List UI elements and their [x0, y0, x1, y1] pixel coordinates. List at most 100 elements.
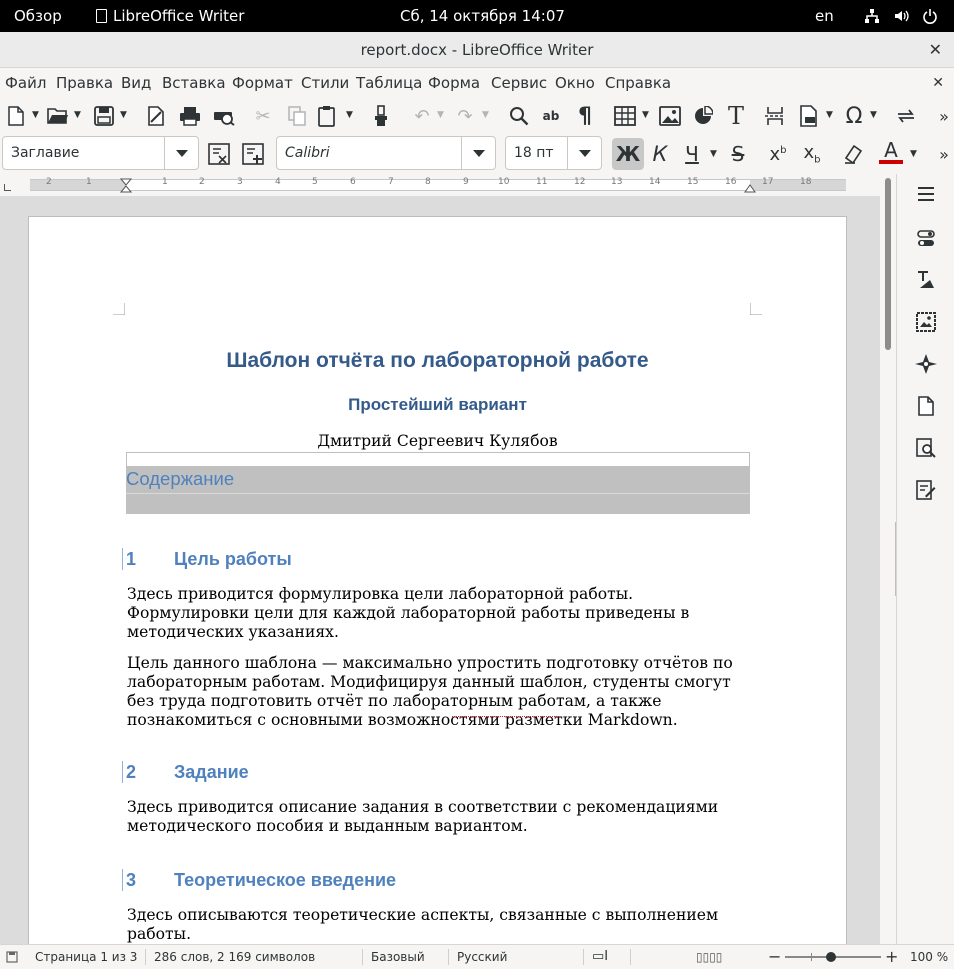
italic-button[interactable]: К — [648, 142, 672, 166]
zoom-in-icon[interactable]: + — [885, 945, 898, 969]
new-dropdown-icon[interactable]: ▼ — [32, 110, 39, 120]
insert-table-icon[interactable] — [613, 104, 637, 128]
font-color-dropdown-icon[interactable]: ▼ — [910, 149, 917, 159]
app-menu[interactable]: LibreOffice Writer — [96, 0, 244, 32]
tab-stop-selector-icon[interactable] — [4, 184, 11, 191]
paragraph-style-dropdown-icon[interactable] — [164, 137, 198, 169]
indent-marker-icon[interactable] — [120, 178, 132, 193]
track-changes-icon[interactable] — [894, 104, 918, 128]
toc-area[interactable]: Содержание — [126, 466, 750, 514]
view-layout-icons[interactable]: ▯▯▯▯ — [696, 945, 722, 969]
menu-edit[interactable]: Правка — [56, 68, 113, 98]
paste-icon[interactable] — [316, 104, 340, 128]
font-color-button[interactable]: A — [879, 140, 903, 164]
right-indent-marker-icon[interactable] — [744, 183, 756, 193]
insert-field-icon[interactable] — [797, 104, 821, 128]
underline-dropdown-icon[interactable]: ▼ — [710, 149, 717, 159]
special-character-dropdown-icon[interactable]: ▼ — [870, 110, 877, 120]
insert-page-break-icon[interactable] — [763, 104, 787, 128]
navigator-icon[interactable] — [914, 352, 938, 376]
font-size-dropdown-icon[interactable] — [567, 137, 601, 169]
update-style-icon[interactable] — [207, 142, 231, 166]
redo-icon[interactable]: ↷ — [453, 104, 477, 128]
save-icon[interactable] — [92, 104, 116, 128]
insert-text-box-icon[interactable]: T — [724, 102, 748, 130]
subscript-button[interactable]: xb — [800, 142, 824, 166]
formatting-marks-icon[interactable]: ¶ — [573, 104, 597, 129]
word-count[interactable]: 286 слов, 2 169 символов — [154, 945, 315, 969]
open-dropdown-icon[interactable]: ▼ — [74, 110, 81, 120]
print-icon[interactable] — [178, 104, 202, 128]
horizontal-ruler[interactable]: 2 1 1 2 3 4 5 6 7 8 9 10 11 12 13 14 15 … — [0, 174, 880, 196]
zoom-out-icon[interactable]: − — [768, 945, 781, 969]
clock[interactable]: Сб, 14 октября 14:07 — [400, 0, 565, 32]
formatting-overflow-icon[interactable]: » — [932, 142, 954, 166]
menu-help[interactable]: Справка — [605, 68, 671, 98]
save-dropdown-icon[interactable]: ▼ — [120, 110, 127, 120]
copy-icon[interactable] — [285, 104, 309, 128]
special-character-icon[interactable]: Ω — [842, 104, 866, 129]
page-icon[interactable] — [914, 394, 938, 418]
font-name-box[interactable]: Calibri — [276, 136, 496, 170]
bold-icon: Ж — [615, 142, 641, 166]
menu-file[interactable]: Файл — [5, 68, 46, 98]
find-replace-icon[interactable] — [507, 104, 531, 128]
export-pdf-icon[interactable] — [144, 104, 168, 128]
menu-insert[interactable]: Вставка — [162, 68, 226, 98]
close-document-button[interactable]: ✕ — [932, 68, 944, 98]
new-document-icon[interactable] — [4, 104, 28, 128]
activities-button[interactable]: Обзор — [14, 0, 62, 32]
font-size-box[interactable]: 18 пт — [505, 136, 602, 170]
scrollbar-thumb[interactable] — [885, 178, 891, 350]
menu-styles[interactable]: Стили — [301, 68, 349, 98]
paragraph: Здесь приводится описание задания в соот… — [127, 798, 719, 835]
gallery-icon[interactable] — [914, 310, 938, 334]
bold-button[interactable]: Ж — [612, 138, 644, 170]
table-dropdown-icon[interactable]: ▼ — [642, 110, 649, 120]
spelling-icon[interactable]: ab — [539, 104, 563, 128]
print-preview-icon[interactable] — [212, 104, 236, 128]
document-modified-icon[interactable] — [6, 951, 18, 963]
undo-dropdown-icon[interactable]: ▼ — [437, 110, 444, 120]
styles-icon[interactable] — [914, 268, 938, 292]
zoom-level[interactable]: 100 % — [910, 945, 948, 969]
manage-changes-icon[interactable] — [914, 478, 938, 502]
insert-image-icon[interactable] — [658, 104, 682, 128]
zoom-slider-tick — [811, 953, 812, 961]
vertical-scrollbar[interactable] — [880, 174, 896, 944]
insert-chart-icon[interactable] — [691, 104, 715, 128]
paste-dropdown-icon[interactable]: ▼ — [346, 110, 353, 120]
underline-button[interactable]: Ч — [680, 142, 704, 166]
style-inspector-icon[interactable] — [914, 436, 938, 460]
keyboard-layout-indicator[interactable]: en — [815, 0, 834, 32]
paragraph-style-box[interactable]: Заглавие — [2, 136, 199, 170]
menu-table[interactable]: Таблица — [356, 68, 422, 98]
document-page[interactable]: Шаблон отчёта по лабораторной работе Про… — [28, 216, 847, 944]
redo-dropdown-icon[interactable]: ▼ — [482, 110, 489, 120]
menu-format[interactable]: Формат — [232, 68, 293, 98]
toolbar-overflow-icon[interactable]: » — [932, 104, 954, 128]
sidebar-menu-icon[interactable] — [914, 182, 938, 206]
clear-formatting-icon[interactable] — [842, 142, 866, 166]
menu-form[interactable]: Форма — [428, 68, 480, 98]
window-close-button[interactable]: ✕ — [929, 32, 942, 68]
insert-mode-icon[interactable]: ▭I — [592, 945, 608, 969]
undo-icon[interactable]: ↶ — [410, 104, 434, 128]
page-count[interactable]: Страница 1 из 3 — [35, 945, 137, 969]
page-style[interactable]: Базовый — [371, 945, 425, 969]
menu-window[interactable]: Окно — [555, 68, 595, 98]
menu-tools[interactable]: Сервис — [491, 68, 547, 98]
properties-icon[interactable] — [914, 226, 938, 250]
clone-formatting-icon[interactable] — [369, 104, 393, 128]
open-folder-icon[interactable] — [46, 104, 70, 128]
superscript-button[interactable]: xb — [766, 142, 790, 166]
menu-view[interactable]: Вид — [121, 68, 151, 98]
strikethrough-button[interactable]: S — [726, 142, 750, 166]
field-dropdown-icon[interactable]: ▼ — [826, 110, 833, 120]
font-name-dropdown-icon[interactable] — [461, 137, 495, 169]
system-status-area[interactable] — [864, 0, 938, 32]
text-language[interactable]: Русский — [457, 945, 507, 969]
cut-icon[interactable]: ✂ — [251, 104, 275, 128]
new-style-icon[interactable] — [241, 142, 265, 166]
zoom-slider-thumb[interactable] — [826, 952, 836, 962]
